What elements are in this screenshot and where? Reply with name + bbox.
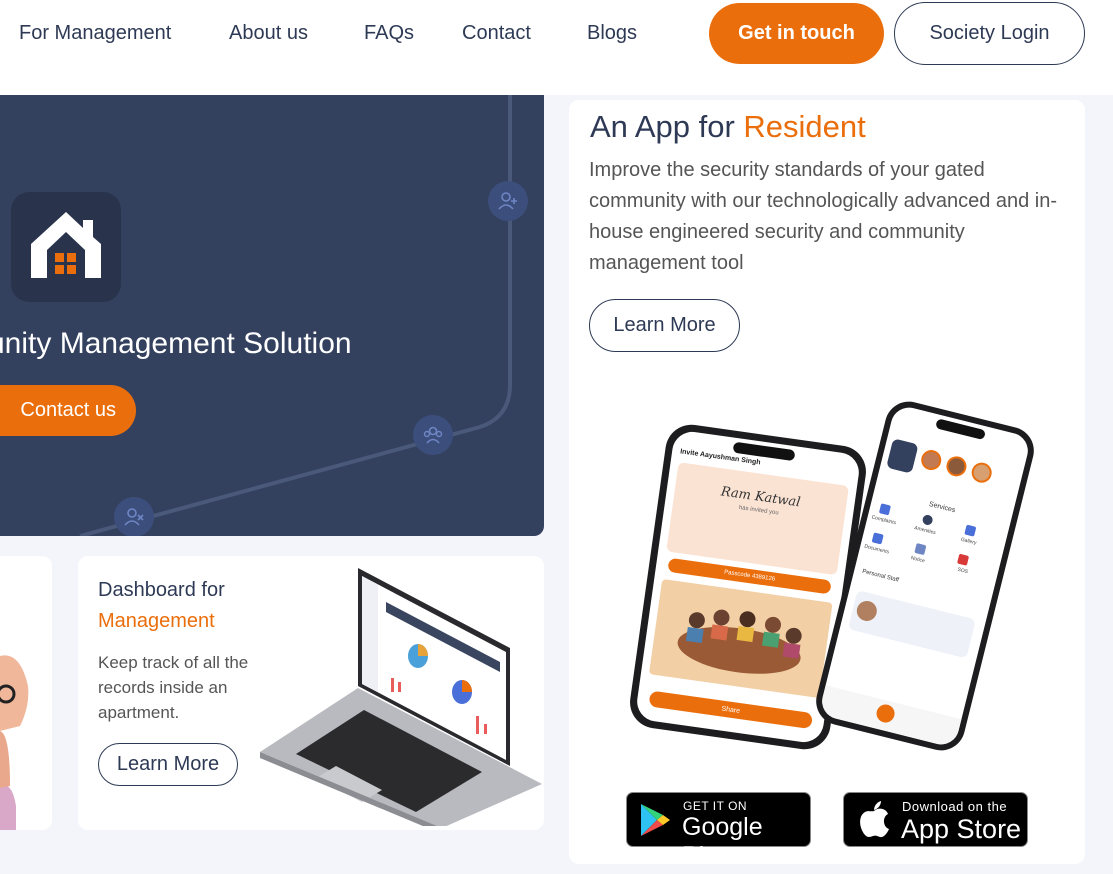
amenities-icon bbox=[921, 513, 934, 527]
documents-icon bbox=[871, 532, 884, 545]
google-play-badge[interactable]: GET IT ON Google Play bbox=[626, 792, 811, 864]
hero-title: unity Management Solution bbox=[0, 327, 352, 360]
sos-icon bbox=[957, 553, 970, 566]
bottom-tab-bar bbox=[818, 685, 962, 749]
person-illustration bbox=[0, 655, 29, 830]
group-users-icon bbox=[413, 415, 453, 455]
dashboard-description: Keep track of all the records inside an … bbox=[98, 653, 249, 722]
app-logo bbox=[11, 192, 121, 302]
dashboard-title: Dashboard for bbox=[98, 579, 225, 601]
resident-card-description: Improve the security standards of your g… bbox=[589, 159, 1058, 274]
staff-card bbox=[847, 590, 976, 659]
partial-card bbox=[0, 556, 52, 830]
resident-learn-more-button[interactable]: Learn More bbox=[589, 299, 740, 352]
remove-user-icon bbox=[114, 497, 154, 536]
google-play-small-text: GET IT ON bbox=[683, 799, 748, 813]
service-sos: SOS bbox=[956, 566, 969, 576]
google-play-icon bbox=[641, 804, 670, 836]
apple-icon bbox=[860, 801, 889, 838]
gallery-icon bbox=[964, 524, 977, 537]
top-nav: For Management About us FAQs Contact Blo… bbox=[0, 0, 1113, 95]
hero-card: unity Management Solution Contact us bbox=[0, 95, 544, 536]
invite-card: Ram Katwal has invited you bbox=[666, 462, 850, 576]
complaints-icon bbox=[878, 503, 892, 516]
house-icon bbox=[31, 212, 101, 278]
service-notice: Notice bbox=[910, 555, 926, 565]
nav-link-contact[interactable]: Contact bbox=[462, 20, 531, 46]
app-store-small-text: Download on the bbox=[902, 799, 1008, 814]
google-play-big-text: Google Play bbox=[682, 813, 763, 864]
app-store-badge[interactable]: Download on the App Store bbox=[843, 792, 1028, 847]
service-gallery: Gallery bbox=[960, 536, 977, 547]
contact-us-button[interactable]: Contact us bbox=[0, 385, 136, 436]
share-button[interactable]: Share bbox=[648, 690, 814, 730]
service-complaints: Complaints bbox=[870, 514, 897, 527]
dinner-illustration bbox=[648, 578, 833, 698]
resident-app-card: An App for Resident Improve the security… bbox=[569, 100, 1085, 864]
get-in-touch-button[interactable]: Get in touch bbox=[709, 3, 884, 64]
dashboard-card: Dashboard for Management Keep track of a… bbox=[78, 556, 544, 830]
nav-link-faqs[interactable]: FAQs bbox=[364, 20, 414, 46]
app-store-big-text: App Store bbox=[901, 814, 1022, 844]
resident-title-accent: Resident bbox=[743, 109, 866, 144]
society-login-button[interactable]: Society Login bbox=[894, 2, 1085, 65]
personal-staff-label: Personal Staff bbox=[861, 568, 900, 584]
dashboard-learn-more-button[interactable]: Learn More bbox=[98, 743, 238, 786]
add-user-icon bbox=[488, 181, 528, 221]
service-documents: Documents bbox=[863, 543, 890, 556]
nav-link-blogs[interactable]: Blogs bbox=[587, 20, 637, 46]
dashboard-title-accent: Management bbox=[98, 610, 215, 632]
nav-link-for-management[interactable]: For Management bbox=[19, 20, 171, 46]
laptop-illustration bbox=[260, 568, 542, 826]
resident-card-title: An App for Resident bbox=[590, 109, 866, 145]
decorative-connector-lines bbox=[79, 95, 512, 536]
notice-icon bbox=[914, 543, 927, 556]
home-tab-icon[interactable] bbox=[874, 702, 897, 725]
nav-link-about-us[interactable]: About us bbox=[229, 20, 308, 46]
resident-title-prefix: An App for bbox=[590, 109, 744, 144]
service-amenities: Amenities bbox=[913, 525, 937, 537]
